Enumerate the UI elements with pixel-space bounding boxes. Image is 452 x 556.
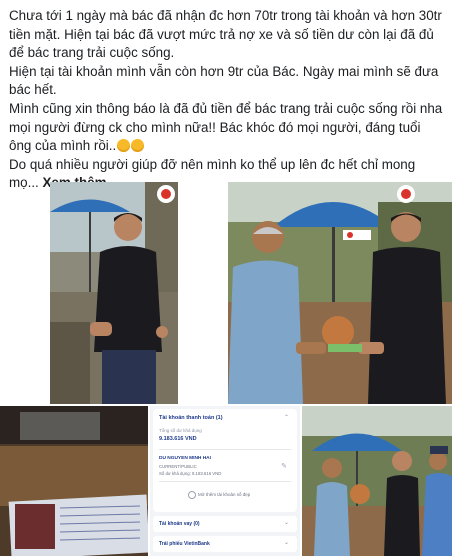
- account-holder-name: DU NGUYEN MINH HAI: [159, 456, 211, 461]
- loan-account-row[interactable]: Tài khoản vay (0) ⌄: [153, 516, 297, 532]
- crying-emoji-icon: [131, 139, 145, 153]
- photo-notebook[interactable]: [0, 406, 148, 556]
- bond-row[interactable]: Trái phiếu VietinBank ⌄: [153, 536, 297, 552]
- photo-group[interactable]: [302, 406, 452, 556]
- account-balance: Số dư khả dụng: 9.183.616 VND: [159, 471, 222, 476]
- post-paragraph-1: Chưa tới 1 ngày mà bác đã nhận đc hơn 70…: [9, 8, 442, 61]
- divider: [159, 449, 291, 450]
- bank-app-screenshot[interactable]: Tài khoản thanh toán (1) ⌃ Tổng số dư kh…: [150, 406, 300, 556]
- chevron-down-icon: ⌄: [283, 540, 289, 546]
- photo-man-street[interactable]: [50, 182, 178, 404]
- post-paragraph-2: Hiện tại tài khoản mình vẫn còn hơn 9tr …: [9, 63, 439, 98]
- payment-account-card: Tài khoản thanh toán (1) ⌃ Tổng số dư kh…: [153, 409, 297, 512]
- post-paragraph-3: Mình cũng xin thông báo là đã đủ tiền để…: [9, 100, 443, 156]
- chevron-up-icon[interactable]: ⌃: [284, 414, 289, 421]
- loan-account-label: Tài khoản vay (0): [159, 521, 200, 527]
- bond-label: Trái phiếu VietinBank: [159, 541, 210, 547]
- photo-old-man-money[interactable]: [228, 182, 452, 404]
- edit-icon[interactable]: ✎: [281, 462, 287, 470]
- post-paragraph-3-text: Mình cũng xin thông báo là đã đủ tiền để…: [9, 100, 443, 154]
- crying-emoji-icon: [117, 139, 131, 153]
- payment-account-title: Tài khoản thanh toán (1): [159, 415, 223, 421]
- divider: [159, 481, 291, 482]
- add-circle-icon: [188, 491, 196, 499]
- balance-label: Tổng số dư khả dụng: [159, 428, 202, 433]
- balance-value: 9.183.616 VND: [159, 436, 197, 442]
- add-account-button[interactable]: Mở thêm tài khoản số đẹp: [188, 491, 250, 499]
- add-account-label: Mở thêm tài khoản số đẹp: [198, 492, 251, 498]
- account-type: CURRENT/PUBLIC: [159, 464, 197, 469]
- post-text: Chưa tới 1 ngày mà bác đã nhận đc hơn 70…: [9, 7, 443, 193]
- chevron-down-icon: ⌄: [283, 520, 289, 526]
